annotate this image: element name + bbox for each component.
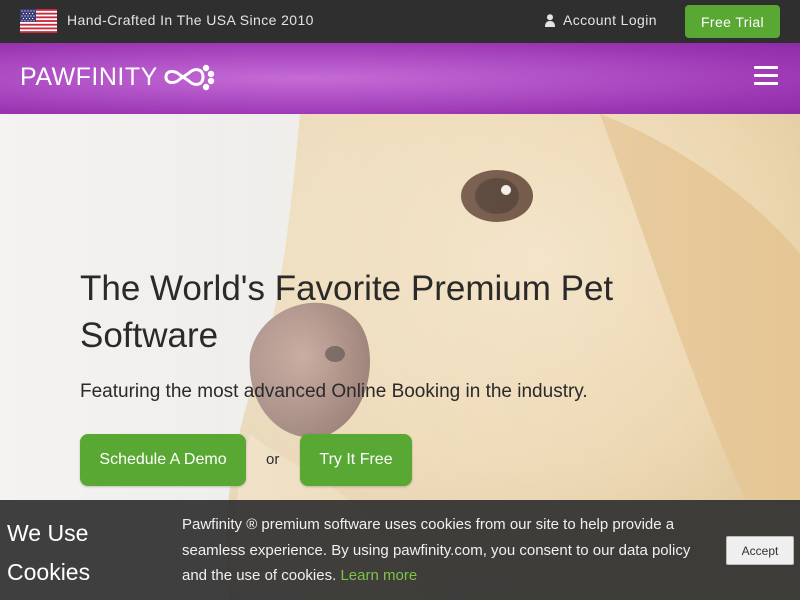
account-login-label: Account Login — [563, 12, 657, 28]
free-trial-button[interactable]: Free Trial — [685, 5, 780, 38]
pawfinity-logo[interactable]: PAWFINITY — [20, 62, 217, 92]
cookie-banner: We Use Cookies Pawfinity ® premium softw… — [0, 500, 800, 600]
try-it-free-button[interactable]: Try It Free — [300, 434, 412, 486]
main-navbar: PAWFINITY — [0, 43, 800, 114]
account-login-link[interactable]: Account Login — [545, 12, 657, 28]
or-separator: or — [266, 451, 280, 468]
accept-cookies-button[interactable]: Accept — [726, 536, 794, 565]
schedule-demo-button[interactable]: Schedule A Demo — [80, 434, 246, 486]
cookie-title: We Use Cookies — [7, 520, 91, 585]
logo-text: PAWFINITY — [20, 62, 158, 91]
pawfinity-logo-icon — [164, 64, 215, 91]
user-icon — [545, 13, 555, 27]
hero-subtitle: Featuring the most advanced Online Booki… — [80, 381, 588, 402]
top-bar: Hand-Crafted In The USA Since 2010 Accou… — [0, 0, 800, 43]
hero-title: The World's Favorite Premium Pet Softwar… — [80, 269, 614, 355]
learn-more-link[interactable]: Learn more — [340, 567, 417, 584]
tagline: Hand-Crafted In The USA Since 2010 — [67, 12, 314, 28]
hamburger-menu-icon[interactable] — [754, 66, 778, 88]
us-flag-icon — [20, 9, 57, 33]
cookie-message-text: Pawfinity ® premium software uses cookie… — [182, 516, 691, 584]
cookie-message: Pawfinity ® premium software uses cookie… — [182, 512, 712, 589]
